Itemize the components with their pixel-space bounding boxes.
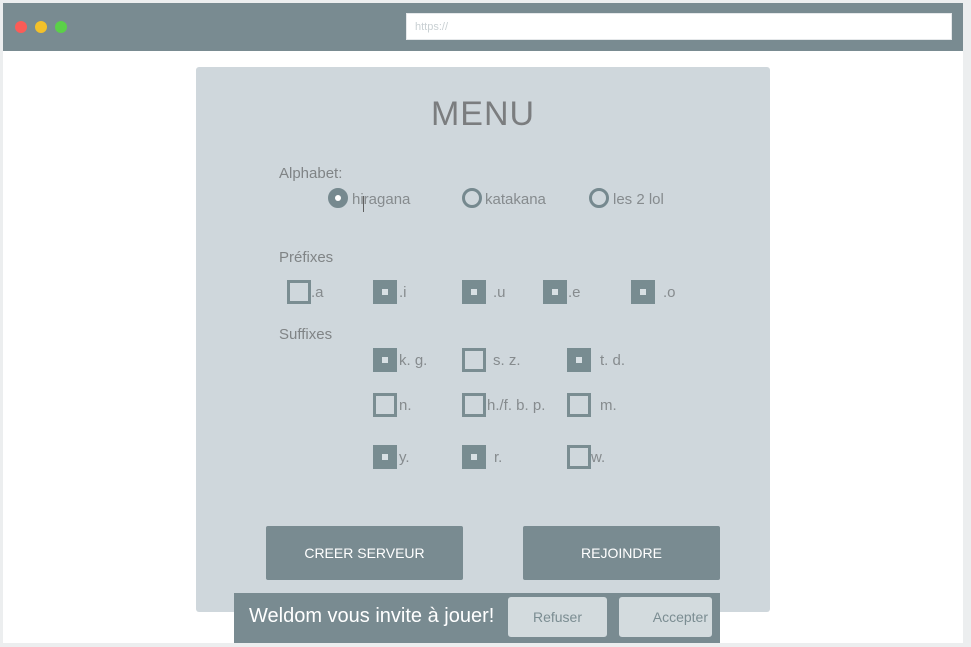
browser-window: https:// MENU Alphabet: hiragana katakan… xyxy=(3,3,963,643)
radio-both[interactable] xyxy=(589,188,609,208)
prefix-e-label[interactable]: .e xyxy=(568,284,581,301)
create-server-button[interactable]: CREER SERVEUR xyxy=(266,526,463,580)
suffixes-label: Suffixes xyxy=(279,326,333,343)
address-bar[interactable]: https:// xyxy=(406,13,952,40)
prefix-a-label[interactable]: .a xyxy=(311,284,324,301)
suffix-sz-label[interactable]: s. z. xyxy=(493,352,521,369)
browser-titlebar: https:// xyxy=(3,3,963,51)
invite-notification: Weldom vous invite à jouer! Refuser Acce… xyxy=(234,593,720,643)
invite-message: Weldom vous invite à jouer! xyxy=(249,605,495,627)
menu-panel: MENU Alphabet: hiragana katakana les 2 l… xyxy=(196,67,770,612)
suffix-kg-checkbox[interactable] xyxy=(373,348,397,372)
radio-hiragana[interactable] xyxy=(328,188,348,208)
suffix-sz-checkbox[interactable] xyxy=(462,348,486,372)
prefix-o-label[interactable]: .o xyxy=(663,284,676,301)
accept-button-label: Accepter xyxy=(652,609,708,625)
suffix-m-checkbox[interactable] xyxy=(567,393,591,417)
suffix-n-checkbox[interactable] xyxy=(373,393,397,417)
suffix-td-checkbox[interactable] xyxy=(567,348,591,372)
suffix-n-label[interactable]: n. xyxy=(399,397,412,414)
suffix-kg-label[interactable]: k. g. xyxy=(399,352,427,369)
prefix-a-checkbox[interactable] xyxy=(287,280,311,304)
refuse-button[interactable]: Refuser xyxy=(508,597,607,637)
prefix-i-label[interactable]: .i xyxy=(399,284,407,301)
maximize-window-dot[interactable] xyxy=(55,21,67,33)
radio-katakana[interactable] xyxy=(462,188,482,208)
radio-hiragana-label[interactable]: hiragana xyxy=(352,191,410,208)
radio-katakana-label[interactable]: katakana xyxy=(485,191,546,208)
prefixes-label: Préfixes xyxy=(279,249,334,266)
close-window-dot[interactable] xyxy=(15,21,27,33)
suffix-y-label[interactable]: y. xyxy=(399,449,410,466)
prefix-u-checkbox[interactable] xyxy=(462,280,486,304)
prefix-i-checkbox[interactable] xyxy=(373,280,397,304)
suffix-r-label[interactable]: r. xyxy=(494,449,502,466)
suffix-hfbp-checkbox[interactable] xyxy=(462,393,486,417)
suffix-m-label[interactable]: m. xyxy=(600,397,617,414)
alphabet-label: Alphabet: xyxy=(279,165,343,182)
suffix-w-label[interactable]: w. xyxy=(591,449,605,466)
accept-button[interactable]: Accepter xyxy=(619,597,712,637)
prefix-o-checkbox[interactable] xyxy=(631,280,655,304)
text-caret xyxy=(363,196,364,212)
minimize-window-dot[interactable] xyxy=(35,21,47,33)
page-title: MENU xyxy=(430,95,536,133)
prefix-e-checkbox[interactable] xyxy=(543,280,567,304)
suffix-hfbp-label[interactable]: h./f. b. p. xyxy=(487,397,545,414)
suffix-y-checkbox[interactable] xyxy=(373,445,397,469)
radio-both-label[interactable]: les 2 lol xyxy=(613,191,664,208)
prefix-u-label[interactable]: .u xyxy=(493,284,506,301)
join-button[interactable]: REJOINDRE xyxy=(523,526,720,580)
suffix-r-checkbox[interactable] xyxy=(462,445,486,469)
suffix-td-label[interactable]: t. d. xyxy=(600,352,625,369)
suffix-w-checkbox[interactable] xyxy=(567,445,591,469)
